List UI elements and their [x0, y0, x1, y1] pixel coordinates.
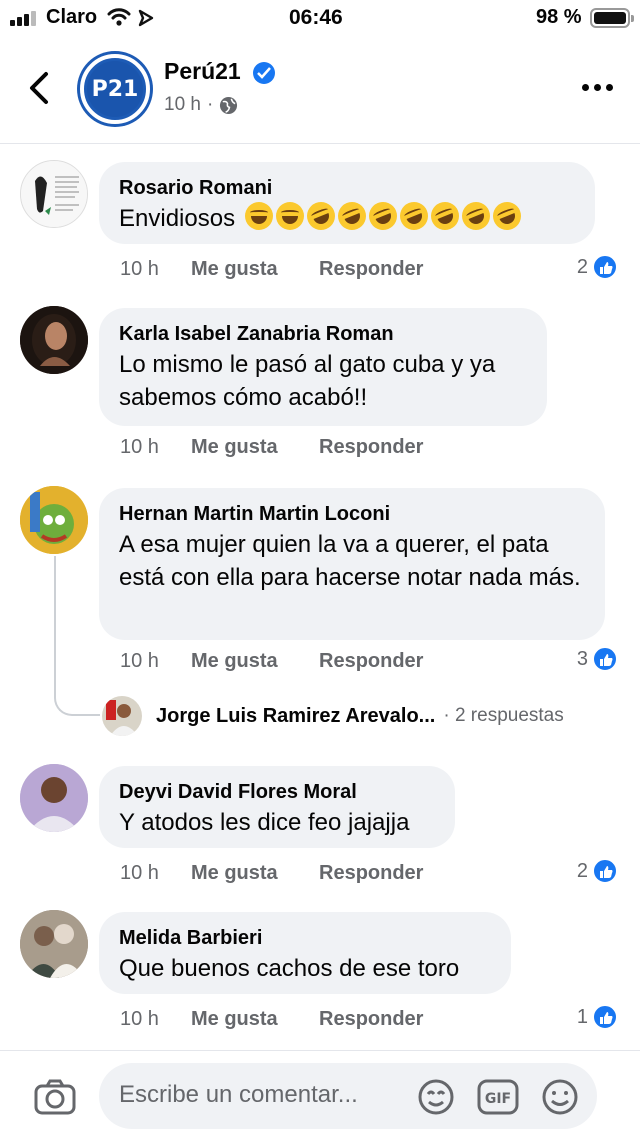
laughing-emoji-icon: [244, 202, 273, 230]
back-arrow-icon[interactable]: [24, 68, 56, 108]
avatar-sticker-icon[interactable]: [417, 1078, 455, 1116]
rofl-emoji-icon: [395, 197, 432, 235]
meta-separator: ·: [206, 94, 214, 115]
reaction-summary[interactable]: 2: [577, 254, 618, 280]
thumbs-up-icon: [592, 646, 618, 672]
comment-time: 10 h: [120, 862, 159, 884]
comment-input[interactable]: Escribe un comentar... GIF: [99, 1063, 597, 1129]
rofl-emoji-icon: [302, 197, 339, 235]
comment-time: 10 h: [120, 436, 159, 458]
globe-icon: [220, 96, 238, 114]
comment-bubble[interactable]: Karla Isabel Zanabria Roman Lo mismo le …: [99, 308, 547, 426]
reaction-count: 3: [576, 647, 588, 670]
reply-count: · 2 respuestas: [443, 705, 564, 726]
comment-time: 10 h: [120, 258, 159, 280]
avatar[interactable]: [20, 486, 88, 554]
svg-text:GIF: GIF: [485, 1091, 511, 1107]
like-button[interactable]: Me gusta: [191, 862, 319, 885]
comment-actions: 10 h Me gusta Responder: [120, 436, 423, 459]
reaction-count: 2: [576, 859, 588, 882]
comment-text: Y atodos les dice feo jajajja: [119, 809, 410, 836]
like-button[interactable]: Me gusta: [191, 1008, 319, 1031]
comment-bubble[interactable]: Rosario Romani Envidiosos: [99, 162, 595, 244]
like-button[interactable]: Me gusta: [191, 650, 319, 673]
gif-icon[interactable]: GIF: [477, 1078, 519, 1116]
comment-text-body: Envidiosos: [119, 205, 236, 232]
comment-bubble[interactable]: Hernan Martin Martin Loconi A esa mujer …: [99, 488, 605, 640]
clock: 06:46: [289, 6, 343, 29]
reaction-summary[interactable]: 2: [577, 858, 618, 884]
comment-time: 10 h: [120, 1008, 159, 1030]
reaction-count: 1: [576, 1005, 588, 1028]
post-time: 10 h: [164, 94, 201, 115]
battery-icon: [590, 8, 634, 28]
more-options-icon[interactable]: [582, 82, 616, 94]
reply-button[interactable]: Responder: [319, 862, 423, 885]
thumbs-up-icon: [592, 254, 618, 280]
comment-bubble[interactable]: Melida Barbieri Que buenos cachos de ese…: [99, 912, 511, 994]
comment-composer: Escribe un comentar... GIF: [0, 1050, 640, 1140]
reaction-summary[interactable]: 1: [577, 1004, 618, 1030]
status-bar: Claro 06:46 98 %: [0, 0, 640, 40]
comment-actions: 10 h Me gusta Responder: [120, 1008, 423, 1031]
carrier-label: Claro: [46, 6, 98, 28]
page-avatar[interactable]: P21: [80, 54, 150, 124]
view-replies-link[interactable]: Jorge Luis Ramirez Arevalo... · 2 respue…: [102, 694, 564, 738]
comment-text: Que buenos cachos de ese toro: [119, 955, 460, 982]
comment-input-placeholder: Escribe un comentar...: [119, 1081, 358, 1108]
comment-actions: 10 h Me gusta Responder: [120, 862, 423, 885]
page-name[interactable]: Perú21: [164, 58, 241, 85]
like-button[interactable]: Me gusta: [191, 436, 319, 459]
avatar[interactable]: [20, 910, 88, 978]
reply-button[interactable]: Responder: [319, 1008, 423, 1031]
comment-time: 10 h: [120, 650, 159, 672]
thumbs-up-icon: [592, 858, 618, 884]
emoji-icon[interactable]: [541, 1078, 579, 1116]
reply-thread-line: [54, 556, 100, 716]
avatar[interactable]: [20, 764, 88, 832]
comment-actions: 10 h Me gusta Responder: [120, 258, 423, 281]
reply-button[interactable]: Responder: [319, 650, 423, 673]
signal-icon: [10, 10, 40, 26]
laughing-emoji-icon: [275, 202, 304, 230]
rofl-emoji-icon: [457, 197, 494, 235]
reply-button[interactable]: Responder: [319, 436, 423, 459]
avatar[interactable]: [20, 160, 88, 228]
comment-text: A esa mujer quien la va a querer, el pat…: [119, 531, 581, 591]
comment-author[interactable]: Hernan Martin Martin Loconi: [119, 502, 585, 526]
comment-author[interactable]: Rosario Romani: [119, 176, 575, 200]
like-button[interactable]: Me gusta: [191, 258, 319, 281]
comment-actions: 10 h Me gusta Responder: [120, 650, 423, 673]
reply-button[interactable]: Responder: [319, 258, 423, 281]
comment-bubble[interactable]: Deyvi David Flores Moral Y atodos les di…: [99, 766, 455, 848]
rofl-emoji-icon: [333, 197, 370, 235]
comment-author[interactable]: Melida Barbieri: [119, 926, 491, 950]
comment-text: Envidiosos: [119, 197, 575, 235]
post-header: P21 Perú21 10 h ·: [0, 40, 640, 144]
location-arrow-icon: [138, 9, 154, 27]
reaction-summary[interactable]: 3: [577, 646, 618, 672]
page-avatar-text: P21: [87, 61, 143, 117]
camera-icon[interactable]: [34, 1079, 76, 1115]
thumbs-up-icon: [592, 1004, 618, 1030]
post-meta: 10 h ·: [164, 94, 238, 116]
reaction-count: 2: [576, 255, 588, 278]
rofl-emoji-icon: [426, 197, 463, 235]
wifi-icon: [107, 8, 131, 26]
verified-badge-icon: [253, 62, 275, 84]
comment-author[interactable]: Deyvi David Flores Moral: [119, 780, 435, 804]
battery-percent: 98 %: [536, 6, 582, 28]
avatar[interactable]: [20, 306, 88, 374]
reply-author: Jorge Luis Ramirez Arevalo...: [156, 704, 436, 727]
comment-text: Lo mismo le pasó al gato cuba y ya sabem…: [119, 351, 496, 411]
rofl-emoji-icon: [364, 197, 401, 235]
comment-author[interactable]: Karla Isabel Zanabria Roman: [119, 322, 527, 346]
avatar: [102, 696, 142, 736]
rofl-emoji-icon: [488, 197, 525, 235]
